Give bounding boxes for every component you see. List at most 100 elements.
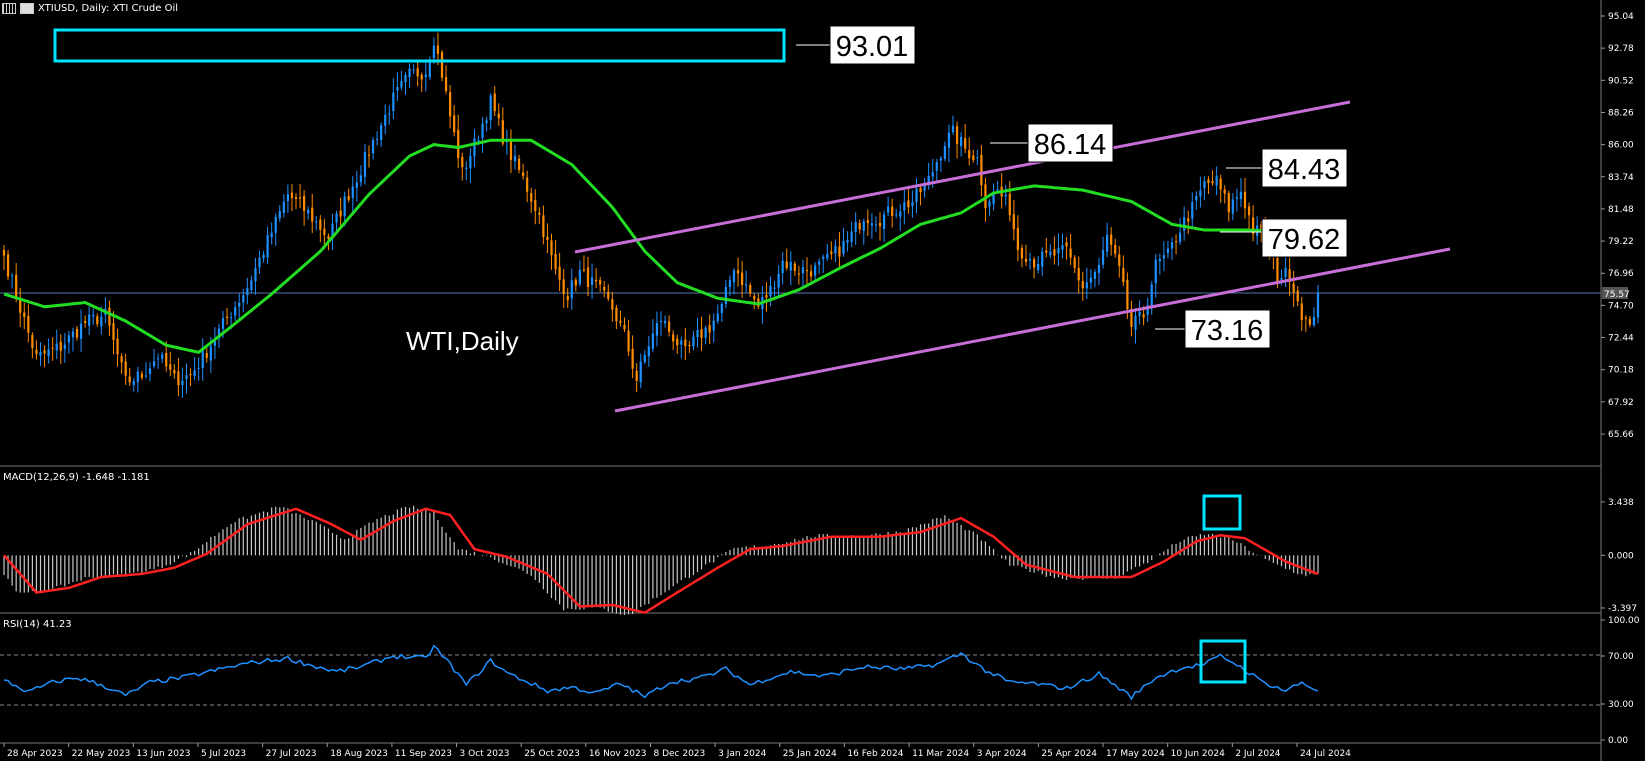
- candle: [676, 334, 679, 355]
- candle-body: [1284, 267, 1287, 278]
- candle-body: [574, 279, 577, 286]
- candle-body: [92, 314, 95, 317]
- candle: [586, 256, 590, 297]
- price-tick-label: 65.66: [1608, 430, 1634, 440]
- candle-body: [424, 74, 427, 78]
- candle-body: [643, 354, 646, 363]
- candle-body: [1110, 234, 1113, 245]
- candle-body: [343, 196, 346, 217]
- price-label-93[interactable]: 93.01: [829, 25, 916, 65]
- candle-body: [509, 140, 513, 161]
- candle: [144, 362, 148, 379]
- candle: [116, 328, 119, 367]
- price-label-84[interactable]: 84.43: [1261, 148, 1348, 188]
- candle-body: [968, 150, 971, 159]
- candle-body: [177, 371, 180, 386]
- candle: [972, 149, 975, 163]
- candle-body: [225, 316, 229, 318]
- candle-body: [935, 162, 938, 171]
- date-tick-label: 17 May 2024: [1106, 749, 1165, 759]
- candle-body: [39, 352, 42, 356]
- candle: [489, 93, 492, 130]
- price-label-73[interactable]: 73.16: [1184, 309, 1271, 349]
- candle: [862, 218, 865, 245]
- macd-highlight-box[interactable]: [1202, 494, 1242, 531]
- resistance-zone-box[interactable]: [53, 28, 786, 63]
- candle-body: [1045, 250, 1048, 253]
- price-label-86[interactable]: 86.14: [1027, 123, 1114, 163]
- rsi-path: [3, 644, 1319, 701]
- candle: [177, 358, 180, 397]
- candle-body: [1300, 303, 1303, 320]
- candle: [258, 250, 261, 274]
- candle: [935, 158, 938, 182]
- candle-body: [1174, 241, 1178, 243]
- candle-body: [1028, 259, 1032, 261]
- candle-body: [793, 263, 796, 271]
- price-tick-label: 92.78: [1608, 44, 1634, 54]
- candle: [635, 363, 638, 392]
- candle-body: [955, 126, 959, 144]
- candle: [607, 284, 610, 302]
- candle-body: [335, 213, 338, 223]
- candle: [1227, 190, 1230, 222]
- candle-body: [578, 269, 582, 285]
- trading-chart[interactable]: 93.01 86.14 84.43 79.62 73.16 WTI,Daily …: [0, 0, 1645, 761]
- price-label-79[interactable]: 79.62: [1261, 218, 1348, 258]
- candle: [838, 231, 841, 270]
- candle: [980, 144, 983, 197]
- candle: [67, 330, 71, 354]
- candle: [826, 243, 829, 261]
- candle: [785, 248, 788, 271]
- date-tick-label: 28 Apr 2023: [7, 749, 63, 759]
- candle: [830, 241, 833, 260]
- candle: [1105, 222, 1109, 258]
- candle-body: [1280, 278, 1283, 280]
- macd-title: MACD(12,26,9) -1.648 -1.181: [3, 472, 150, 483]
- candle-body: [582, 269, 586, 271]
- candle-body: [1195, 195, 1198, 201]
- candle: [578, 260, 582, 287]
- candle-body: [809, 271, 813, 277]
- candle-body: [655, 323, 659, 336]
- price-tick-label: 95.04: [1608, 12, 1634, 22]
- candle: [1122, 255, 1125, 287]
- candle-body: [769, 285, 772, 297]
- candle: [623, 317, 626, 332]
- candle-body: [915, 188, 918, 203]
- candle-body: [388, 113, 391, 115]
- candle-body: [428, 60, 431, 78]
- candle-body: [234, 307, 237, 316]
- candle: [526, 170, 529, 203]
- candle-body: [785, 261, 788, 269]
- candle-body: [607, 291, 610, 299]
- candle: [1020, 244, 1024, 268]
- candle-body: [801, 267, 805, 274]
- candle-body: [436, 45, 440, 54]
- candle-body: [497, 113, 500, 119]
- candle: [96, 313, 99, 327]
- candle-body: [659, 320, 663, 323]
- candle: [485, 116, 488, 132]
- candle-body: [732, 270, 736, 283]
- candle-body: [854, 222, 857, 233]
- candle: [311, 193, 314, 234]
- candle: [457, 114, 460, 169]
- price-tick-label: 83.74: [1608, 173, 1634, 183]
- candle-body: [1235, 197, 1239, 200]
- candle: [708, 314, 711, 344]
- candle: [181, 367, 184, 398]
- candle-body: [469, 156, 472, 169]
- candle: [1223, 185, 1226, 204]
- candle: [79, 309, 83, 353]
- channel-lower-line[interactable]: [614, 247, 1451, 413]
- date-tick-label: 22 May 2023: [72, 749, 131, 759]
- candle: [19, 288, 22, 328]
- candle-body: [1049, 251, 1052, 256]
- candle-body: [1312, 316, 1316, 326]
- candle: [1012, 200, 1015, 241]
- candle: [850, 221, 853, 248]
- candle: [238, 293, 241, 321]
- candle: [1053, 236, 1056, 265]
- date-tick-label: 11 Mar 2024: [912, 749, 969, 759]
